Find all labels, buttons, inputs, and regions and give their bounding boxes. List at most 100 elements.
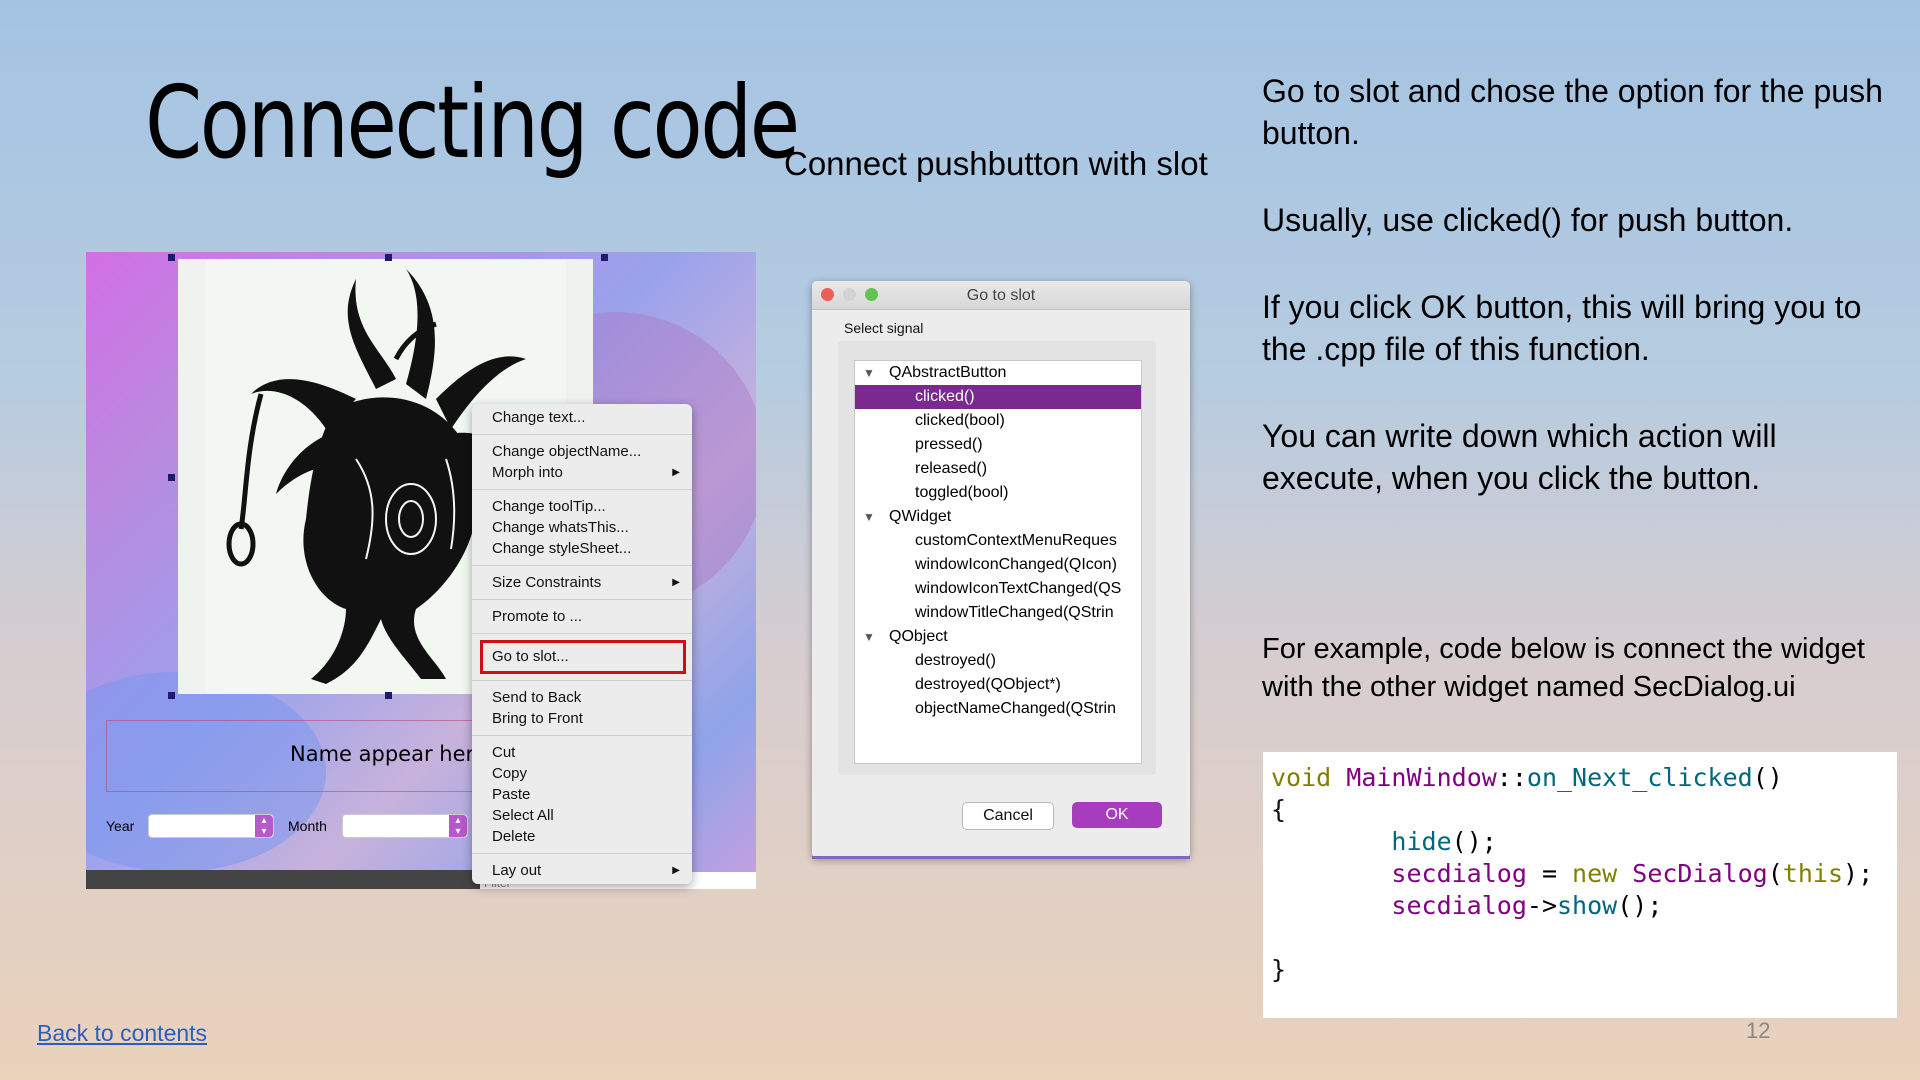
code-token: new	[1572, 859, 1618, 888]
expand-arrow-icon[interactable]: ▼	[863, 505, 875, 529]
menu-separator	[472, 735, 692, 736]
menu-item-change-object-name[interactable]: Change objectName...	[472, 441, 692, 462]
menu-item-select-all[interactable]: Select All	[472, 805, 692, 826]
code-token: secdialog	[1391, 891, 1527, 920]
menu-separator	[472, 565, 692, 566]
signal-item-window-icon-text-changed[interactable]: windowIconTextChanged(QS	[855, 577, 1141, 601]
signal-item-clicked-bool[interactable]: clicked(bool)	[855, 409, 1141, 433]
menu-item-change-tooltip[interactable]: Change toolTip...	[472, 496, 692, 517]
signal-item-destroyed[interactable]: destroyed()	[855, 649, 1141, 673]
menu-item-bring-to-front[interactable]: Bring to Front	[472, 708, 692, 729]
signal-item-toggled-bool[interactable]: toggled(bool)	[855, 481, 1141, 505]
slide-subtitle: Connect pushbutton with slot	[784, 145, 1208, 182]
code-token: ->	[1526, 891, 1557, 920]
tree-group-qwidget[interactable]: ▼ QWidget	[855, 505, 1141, 529]
signal-item-pressed[interactable]: pressed()	[855, 433, 1141, 457]
menu-item-cut[interactable]: Cut	[472, 742, 692, 763]
resize-handle[interactable]	[601, 254, 608, 261]
ok-button[interactable]: OK	[1072, 802, 1162, 828]
expand-arrow-icon[interactable]: ▼	[863, 361, 875, 385]
tree-group-label: QAbstractButton	[889, 364, 1007, 381]
menu-item-delete[interactable]: Delete	[472, 826, 692, 847]
expand-arrow-icon[interactable]: ▼	[863, 625, 875, 649]
resize-handle[interactable]	[385, 254, 392, 261]
code-line: void MainWindow::on_Next_clicked()	[1271, 762, 1889, 794]
code-token: void	[1271, 763, 1332, 792]
signal-item-destroyed-qobject[interactable]: destroyed(QObject*)	[855, 673, 1141, 697]
submenu-arrow-icon: ▶	[672, 577, 680, 588]
resize-handle[interactable]	[168, 474, 175, 481]
menu-item-go-to-slot[interactable]: Go to slot...	[480, 640, 686, 674]
signal-tree[interactable]: ▼ QAbstractButton clicked() clicked(bool)…	[854, 360, 1142, 764]
status-strip	[86, 870, 486, 889]
menu-item-copy[interactable]: Copy	[472, 763, 692, 784]
code-token: this	[1782, 859, 1844, 888]
context-menu: Change text... Change objectName... Morp…	[472, 404, 692, 884]
code-token: ()	[1752, 763, 1783, 792]
menu-separator	[472, 489, 692, 490]
explanation-paragraph: Go to slot and chose the option for the …	[1262, 73, 1883, 151]
submenu-arrow-icon: ▶	[672, 467, 680, 478]
code-token: ();	[1451, 827, 1497, 856]
code-token: SecDialog	[1632, 859, 1768, 888]
signal-item-window-icon-changed[interactable]: windowIconChanged(QIcon)	[855, 553, 1141, 577]
month-label: Month	[288, 818, 327, 834]
resize-handle[interactable]	[168, 254, 175, 261]
select-signal-label: Select signal	[844, 320, 924, 336]
tree-group-label: QWidget	[889, 508, 952, 525]
menu-item-paste[interactable]: Paste	[472, 784, 692, 805]
menu-item-change-text[interactable]: Change text...	[472, 407, 692, 428]
code-snippet: void MainWindow::on_Next_clicked() { hid…	[1263, 752, 1897, 1018]
cancel-button[interactable]: Cancel	[962, 802, 1054, 830]
month-combobox[interactable]: ▴ ▾	[342, 814, 468, 838]
tree-group-qabstractbutton[interactable]: ▼ QAbstractButton	[855, 361, 1141, 385]
signal-item-custom-context-menu[interactable]: customContextMenuReques	[855, 529, 1141, 553]
page-number: 12	[1746, 1018, 1771, 1043]
menu-item-label: Size Constraints	[492, 574, 602, 591]
code-token: (	[1767, 859, 1783, 888]
code-line: secdialog = new SecDialog(this);	[1271, 858, 1889, 890]
code-token: secdialog	[1391, 859, 1527, 888]
menu-separator	[472, 434, 692, 435]
code-token: );	[1843, 859, 1874, 888]
code-token: show	[1557, 891, 1618, 920]
tree-group-qobject[interactable]: ▼ QObject	[855, 625, 1141, 649]
menu-item-label: Lay out	[492, 862, 542, 879]
signal-item-window-title-changed[interactable]: windowTitleChanged(QStrin	[855, 601, 1141, 625]
code-line: {	[1271, 795, 1287, 824]
code-line: hide();	[1271, 826, 1889, 858]
menu-item-label: Morph into	[492, 464, 563, 481]
menu-item-change-stylesheet[interactable]: Change styleSheet...	[472, 538, 692, 559]
menu-item-promote-to[interactable]: Promote to ...	[472, 606, 692, 627]
code-token: MainWindow	[1346, 763, 1497, 792]
code-token: ();	[1617, 891, 1663, 920]
code-token: hide	[1391, 827, 1452, 856]
dialog-shadow-edge	[812, 856, 1190, 859]
back-to-contents-link[interactable]: Back to contents	[37, 1020, 207, 1047]
explanation-paragraph: If you click OK button, this will bring …	[1262, 289, 1862, 367]
year-combobox[interactable]: ▴ ▾	[148, 814, 274, 838]
menu-separator	[472, 680, 692, 681]
menu-item-morph-into[interactable]: Morph into ▶	[472, 462, 692, 483]
menu-item-change-whats-this[interactable]: Change whatsThis...	[472, 517, 692, 538]
slide-title: Connecting code	[145, 64, 800, 181]
menu-item-size-constraints[interactable]: Size Constraints ▶	[472, 572, 692, 593]
menu-item-lay-out[interactable]: Lay out ▶	[472, 860, 692, 881]
up-down-arrows-icon: ▴ ▾	[449, 815, 467, 837]
code-token: =	[1526, 859, 1573, 888]
menu-separator	[472, 853, 692, 854]
up-down-arrows-icon: ▴ ▾	[255, 815, 273, 837]
explanation-paragraph: Usually, use clicked() for push button.	[1262, 202, 1794, 238]
code-line: secdialog->show();	[1271, 890, 1889, 922]
year-label: Year	[106, 818, 135, 834]
signal-item-clicked[interactable]: clicked()	[855, 385, 1141, 409]
tree-group-label: QObject	[889, 628, 948, 645]
resize-handle[interactable]	[168, 692, 175, 699]
resize-handle[interactable]	[385, 692, 392, 699]
signal-item-object-name-changed[interactable]: objectNameChanged(QStrin	[855, 697, 1141, 721]
menu-item-send-to-back[interactable]: Send to Back	[472, 687, 692, 708]
submenu-arrow-icon: ▶	[672, 865, 680, 876]
signal-item-released[interactable]: released()	[855, 457, 1141, 481]
